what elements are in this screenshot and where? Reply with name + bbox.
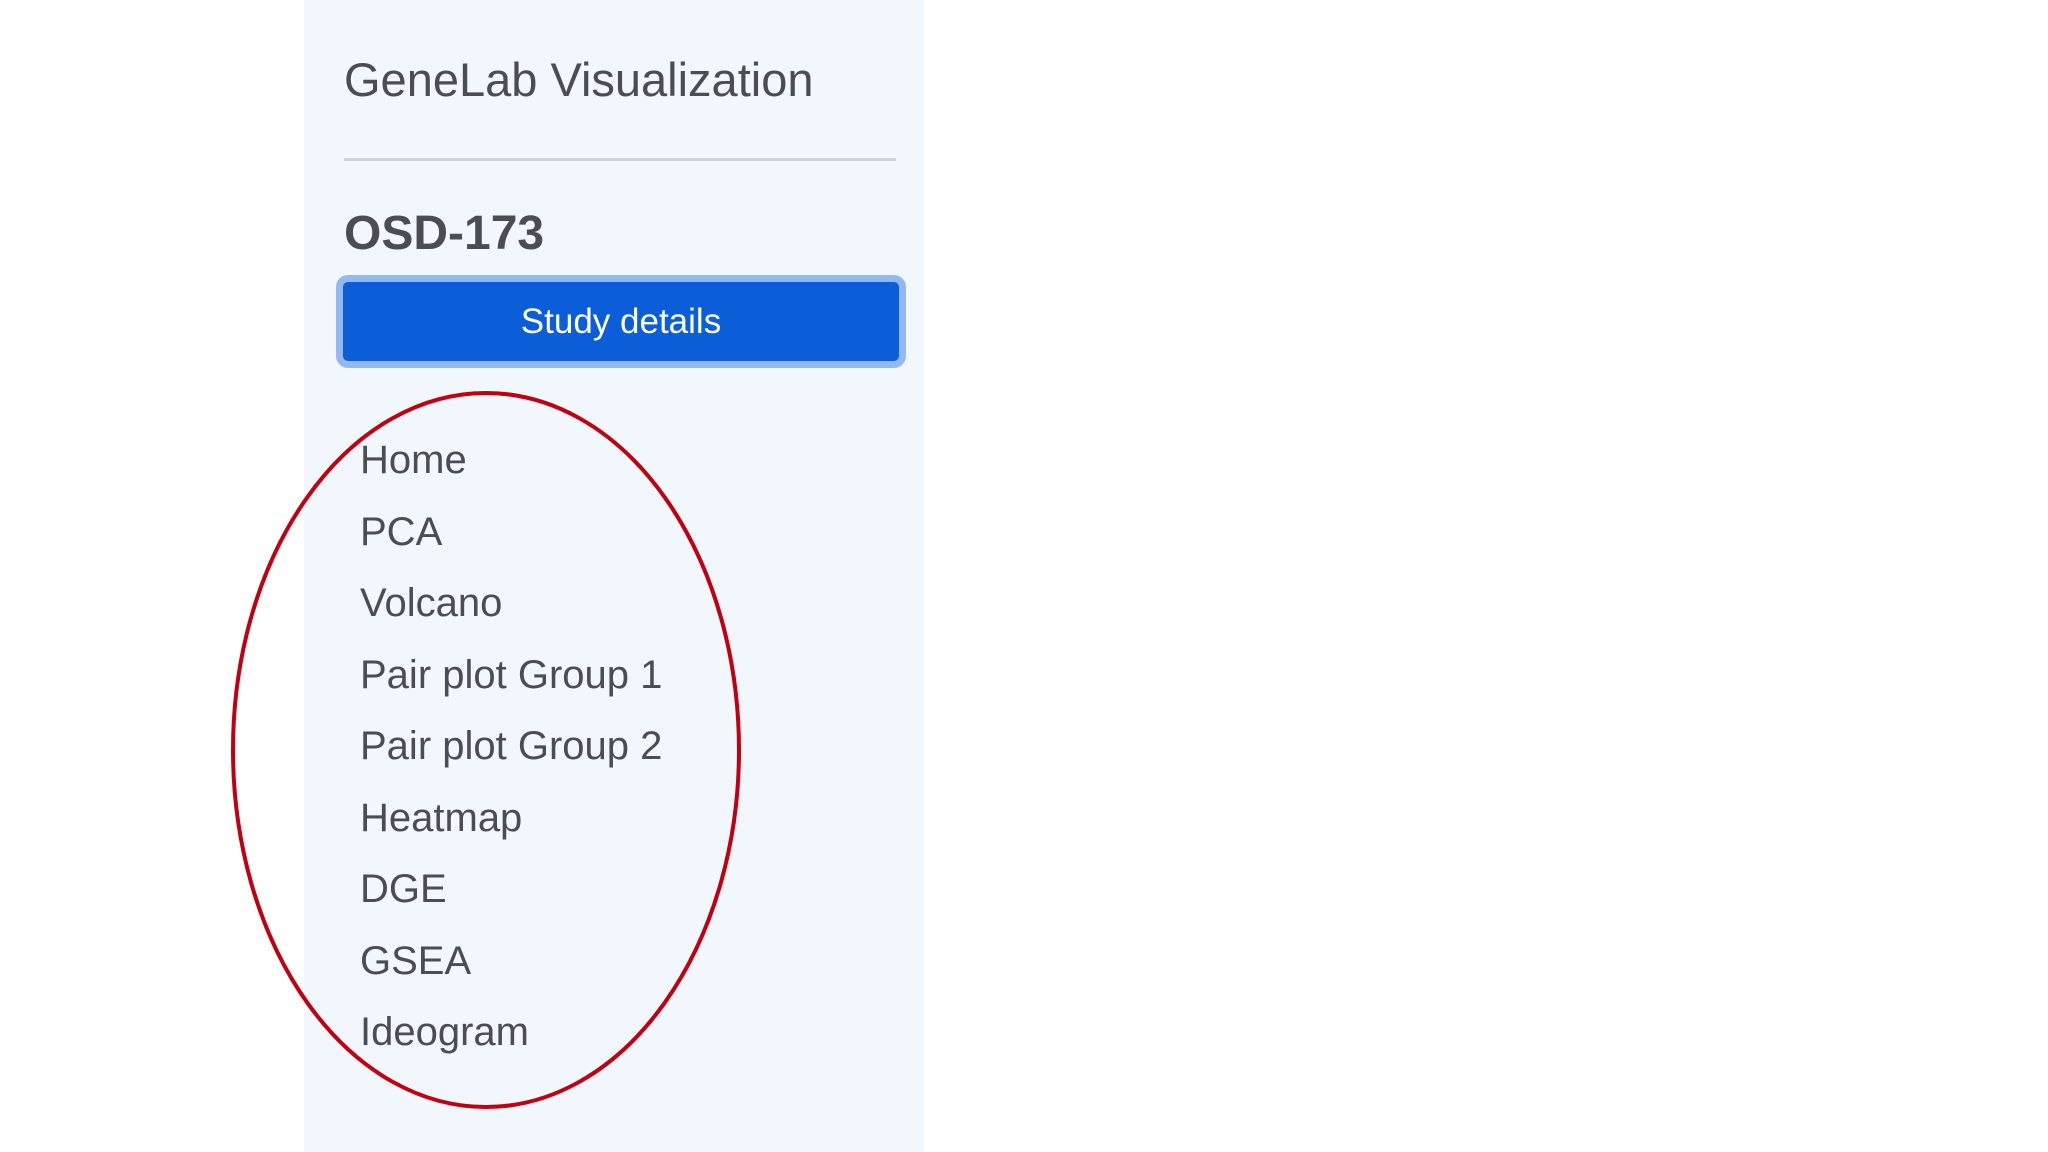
sidebar-item-gsea[interactable]: GSEA [360, 933, 662, 1005]
sidebar-nav: Home PCA Volcano Pair plot Group 1 Pair … [360, 432, 662, 1076]
sidebar-item-dge[interactable]: DGE [360, 861, 662, 933]
sidebar-item-volcano[interactable]: Volcano [360, 575, 662, 647]
sidebar-item-home[interactable]: Home [360, 432, 662, 504]
sidebar-item-pair-plot-group-1[interactable]: Pair plot Group 1 [360, 647, 662, 719]
study-details-button[interactable]: Study details [336, 275, 906, 368]
sidebar-item-pair-plot-group-2[interactable]: Pair plot Group 2 [360, 718, 662, 790]
sidebar-item-heatmap[interactable]: Heatmap [360, 790, 662, 862]
sidebar: GeneLab Visualization OSD-173 Study deta… [304, 0, 924, 1152]
sidebar-item-pca[interactable]: PCA [360, 504, 662, 576]
sidebar-divider [344, 158, 896, 161]
study-id: OSD-173 [344, 207, 545, 260]
sidebar-item-ideogram[interactable]: Ideogram [360, 1004, 662, 1076]
page: GeneLab Visualization OSD-173 Study deta… [0, 0, 2048, 1152]
app-title: GeneLab Visualization [344, 53, 814, 106]
